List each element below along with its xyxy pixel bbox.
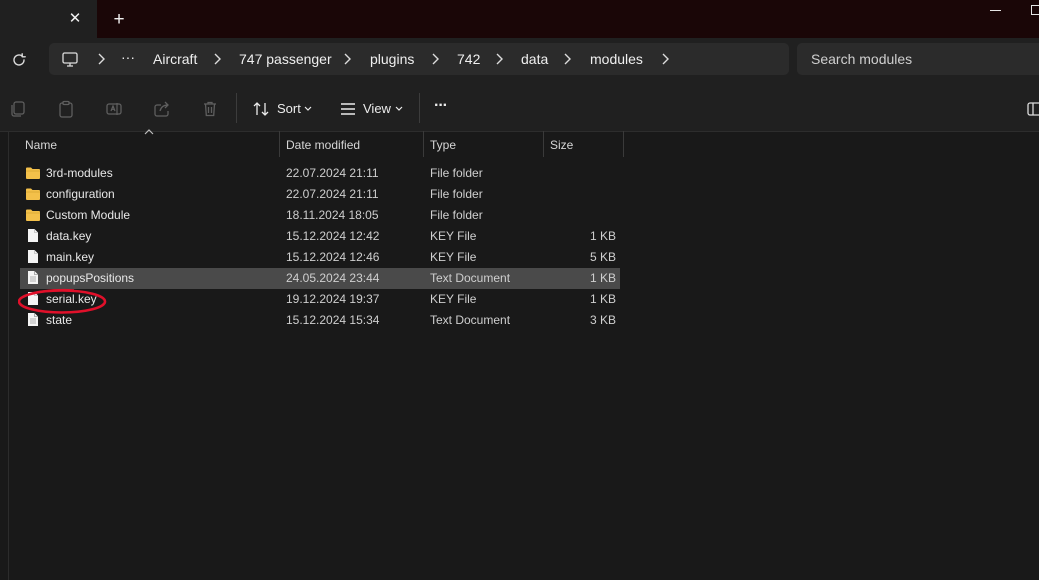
breadcrumb-item-data[interactable]: data (521, 51, 548, 67)
search-input[interactable]: Search modules (811, 51, 912, 67)
view-button[interactable]: View (339, 96, 405, 122)
chevron-right-icon[interactable] (660, 52, 670, 66)
file-date-modified: 15.12.2024 15:34 (286, 313, 380, 327)
text-file-icon (28, 313, 38, 326)
column-header-date-modified[interactable]: Date modified (286, 138, 360, 152)
address-bar[interactable]: ··· Aircraft 747 passenger plugins 742 d… (49, 43, 789, 75)
file-row[interactable]: configuration 22.07.2024 21:11 File fold… (20, 184, 620, 205)
column-header-size[interactable]: Size (550, 138, 573, 152)
refresh-icon[interactable] (10, 51, 28, 69)
toolbar-divider (236, 93, 237, 123)
chevron-down-icon (395, 106, 403, 111)
column-divider[interactable] (423, 131, 424, 157)
chevron-right-icon[interactable] (562, 52, 572, 66)
more-options-button[interactable]: ··· (434, 98, 448, 114)
breadcrumb-item-plugins[interactable]: plugins (370, 51, 414, 67)
breadcrumb-item-aircraft[interactable]: Aircraft (153, 51, 197, 67)
file-name: popupsPositions (46, 271, 135, 285)
chevron-right-icon[interactable] (494, 52, 504, 66)
file-name: state (46, 313, 73, 327)
file-date-modified: 22.07.2024 21:11 (286, 187, 379, 201)
column-divider[interactable] (623, 131, 624, 157)
navigation-pane-border (8, 131, 9, 580)
file-type: Text Document (430, 271, 511, 285)
minimize-button[interactable] (990, 3, 1002, 15)
file-type: Text Document (430, 313, 511, 327)
file-date-modified: 18.11.2024 18:05 (286, 208, 379, 222)
new-tab-button[interactable]: + (110, 9, 128, 31)
paste-icon[interactable] (57, 100, 75, 118)
file-type: File folder (430, 166, 483, 180)
file-size: 1 KB (589, 229, 616, 243)
file-size: 3 KB (589, 313, 616, 327)
maximize-button[interactable] (1031, 5, 1039, 15)
file-date-modified: 19.12.2024 19:37 (286, 292, 380, 306)
file-size: 1 KB (589, 292, 616, 306)
file-row[interactable]: main.key 15.12.2024 12:46 KEY File 5 KB (20, 247, 620, 268)
copy-icon[interactable] (9, 100, 27, 118)
file-name: main.key (46, 250, 95, 264)
file-row-selected[interactable]: popupsPositions 24.05.2024 23:44 Text Do… (20, 268, 620, 289)
file-date-modified: 15.12.2024 12:42 (286, 229, 380, 243)
file-icon (28, 229, 38, 242)
address-row: ··· Aircraft 747 passenger plugins 742 d… (0, 38, 1039, 84)
share-icon[interactable] (153, 100, 171, 118)
file-row[interactable]: serial.key 19.12.2024 19:37 KEY File 1 K… (20, 289, 620, 310)
file-name: Custom Module (46, 208, 131, 222)
explorer-tab[interactable]: ✕ (0, 0, 97, 38)
breadcrumb-item-747-passenger[interactable]: 747 passenger (239, 51, 332, 67)
view-icon (341, 103, 355, 115)
chevron-right-icon[interactable] (342, 52, 352, 66)
file-type: KEY File (430, 292, 477, 306)
file-icon (28, 250, 38, 263)
breadcrumb-item-modules[interactable]: modules (590, 51, 643, 67)
file-type: File folder (430, 187, 483, 201)
file-row[interactable]: Custom Module 18.11.2024 18:05 File fold… (20, 205, 620, 226)
file-name: data.key (46, 229, 92, 243)
sort-icon (253, 102, 269, 116)
file-date-modified: 15.12.2024 12:46 (286, 250, 380, 264)
column-divider[interactable] (543, 131, 544, 157)
text-file-icon (28, 271, 38, 284)
this-pc-icon[interactable] (61, 49, 79, 69)
file-row[interactable]: state 15.12.2024 15:34 Text Document 3 K… (20, 310, 620, 331)
file-name: 3rd-modules (46, 166, 113, 180)
folder-icon (26, 188, 40, 200)
column-header-name[interactable]: Name (25, 138, 57, 152)
file-row[interactable]: data.key 15.12.2024 12:42 KEY File 1 KB (20, 226, 620, 247)
chevron-right-icon[interactable] (96, 52, 106, 66)
search-box[interactable]: Search modules (797, 43, 1039, 75)
file-type: File folder (430, 208, 483, 222)
file-icon (28, 292, 38, 305)
chevron-down-icon (304, 106, 312, 111)
file-size: 1 KB (589, 271, 616, 285)
view-label: View (363, 101, 391, 116)
column-divider[interactable] (279, 131, 280, 157)
details-pane-icon[interactable] (1027, 100, 1039, 118)
sort-label: Sort (277, 101, 301, 116)
sort-ascending-icon (144, 129, 154, 135)
chevron-right-icon[interactable] (212, 52, 222, 66)
delete-icon[interactable] (201, 100, 219, 118)
folder-icon (26, 209, 40, 221)
file-name: serial.key (46, 292, 97, 306)
close-tab-button[interactable]: ✕ (66, 9, 84, 29)
toolbar-divider (419, 93, 420, 123)
file-type: KEY File (430, 250, 477, 264)
file-date-modified: 24.05.2024 23:44 (286, 271, 380, 285)
file-date-modified: 22.07.2024 21:11 (286, 166, 379, 180)
file-row[interactable]: 3rd-modules 22.07.2024 21:11 File folder (20, 163, 620, 184)
file-type: KEY File (430, 229, 477, 243)
rename-icon[interactable] (105, 100, 123, 118)
sort-button[interactable]: Sort (252, 96, 316, 122)
folder-icon (26, 167, 40, 179)
title-bar: ✕ + (0, 0, 1039, 38)
command-bar: Sort View ··· (0, 84, 1039, 132)
breadcrumb-overflow[interactable]: ··· (121, 49, 135, 65)
chevron-right-icon[interactable] (430, 52, 440, 66)
column-header-type[interactable]: Type (430, 138, 456, 152)
file-name: configuration (46, 187, 115, 201)
breadcrumb-item-742[interactable]: 742 (457, 51, 480, 67)
file-size: 5 KB (589, 250, 616, 264)
